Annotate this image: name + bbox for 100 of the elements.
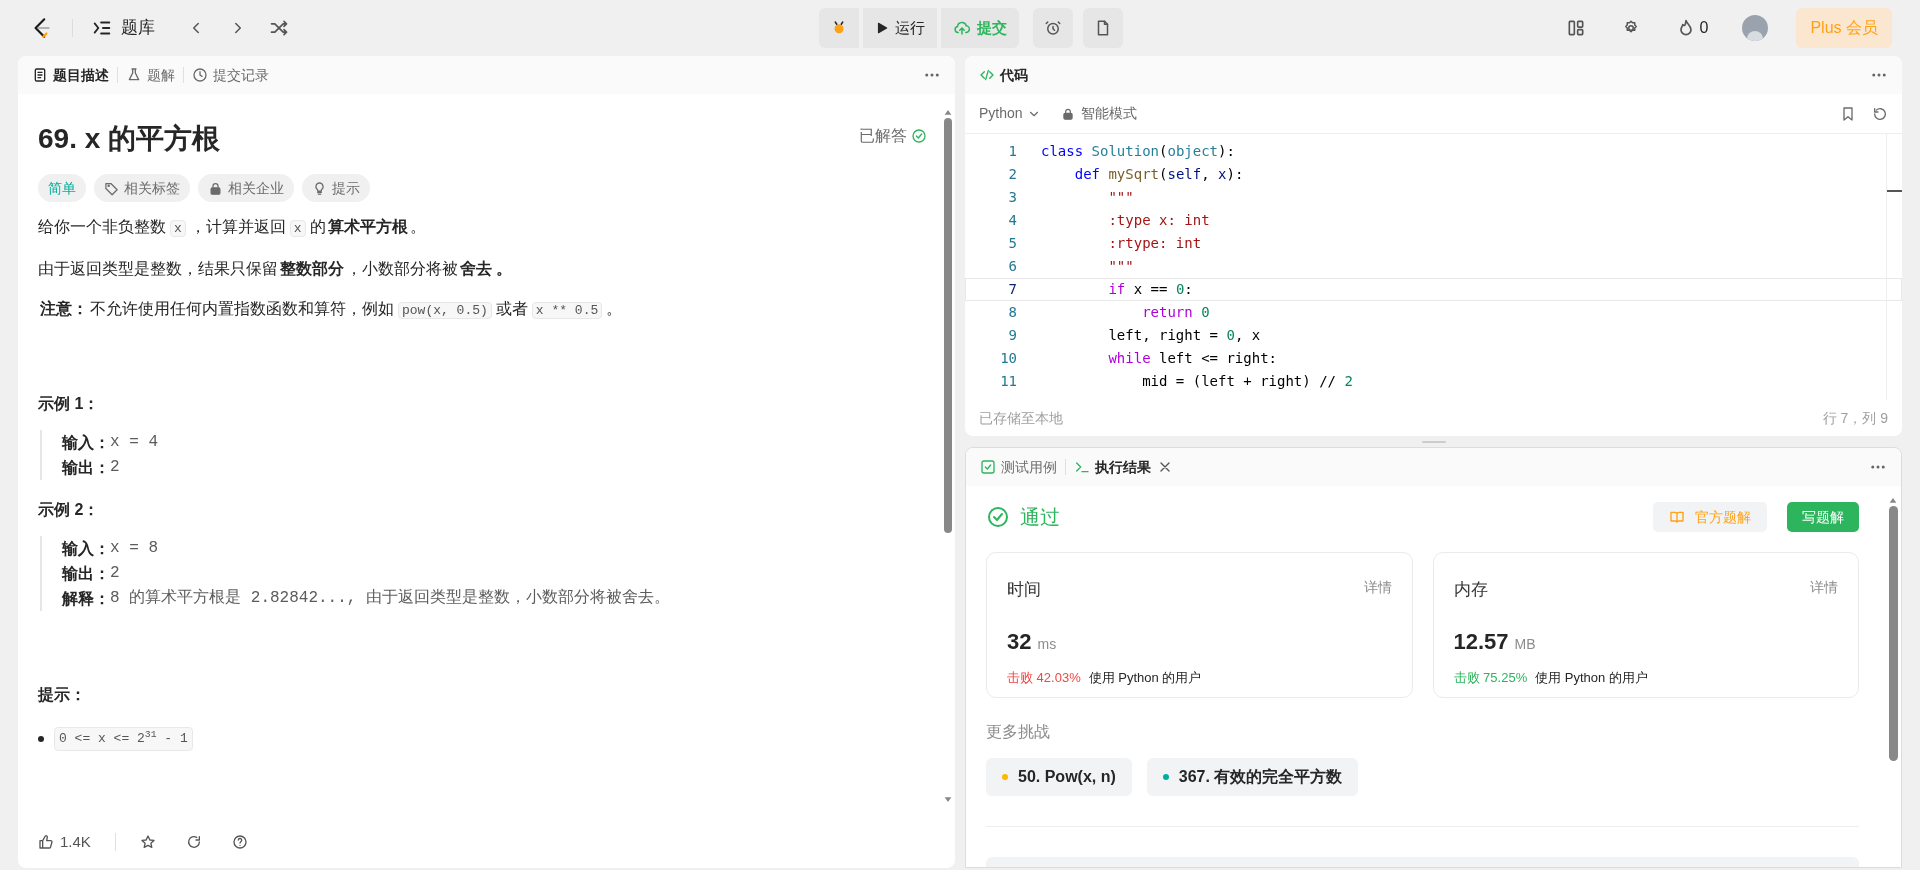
notes-button[interactable]	[1083, 8, 1123, 48]
line-number: 8	[1007, 303, 1017, 322]
code-line: if x == 0:	[1107, 280, 1193, 299]
check-circle-icon	[986, 505, 1010, 529]
line-number: 1	[1007, 142, 1017, 161]
terminal-icon	[1074, 459, 1090, 475]
code-line: while left <= right:	[1107, 349, 1277, 368]
code-line: left, right = 0, x	[1107, 326, 1261, 345]
minimap-scrollbar[interactable]	[1886, 134, 1902, 400]
stat-unit: MB	[1514, 634, 1536, 654]
stat-card[interactable]: 时间 详情 32 ms 击败 42.03% 使用 Python 的用户	[986, 552, 1413, 698]
stat-value: 12.57	[1453, 627, 1509, 656]
tag-icon	[104, 180, 119, 196]
code-line: """	[1107, 188, 1134, 207]
document-icon	[32, 67, 48, 83]
details-link[interactable]: 详情	[1363, 577, 1392, 603]
flask-icon	[126, 67, 142, 83]
play-icon	[875, 21, 889, 35]
scroll-up-icon[interactable]	[943, 108, 953, 116]
stat-value: 32	[1007, 627, 1032, 656]
timer-button[interactable]	[1033, 8, 1073, 48]
problem-list-link[interactable]: 题库	[121, 15, 155, 41]
challenge-chip[interactable]: 367. 有效的完全平方数	[1146, 758, 1359, 796]
description-paragraph: 给你一个非负整数 x ，计算并返回 x 的算术平方根。	[38, 217, 427, 239]
line-number: 6	[1007, 257, 1017, 276]
code-icon	[979, 67, 995, 83]
example-value: 2	[110, 457, 120, 478]
example-heading: 示例 1：	[38, 394, 101, 414]
check-circle-icon	[911, 128, 927, 144]
run-button[interactable]: 运行	[863, 8, 937, 48]
reset-icon[interactable]	[1872, 105, 1888, 122]
lightbulb-icon	[312, 180, 327, 196]
topic-chip[interactable]: 相关标签	[94, 174, 190, 202]
description-paragraph: 由于返回类型是整数，结果只保留 整数部分，小数部分将被舍去 。	[38, 259, 514, 279]
example-value: x = 4	[110, 432, 158, 453]
alarm-icon	[1044, 19, 1062, 37]
line-number: 5	[1007, 234, 1017, 253]
code-line: class Solution(object):	[1041, 142, 1235, 161]
challenge-chip[interactable]: 50. Pow(x, n)	[986, 758, 1132, 796]
stat-card[interactable]: 内存 详情 12.57 MB 击败 75.25% 使用 Python 的用户	[1432, 552, 1859, 698]
like-button[interactable]: 1.4K	[38, 830, 91, 854]
stat-unit: ms	[1037, 634, 1057, 654]
section-heading: 更多挑战	[986, 722, 1051, 742]
line-number: 10	[999, 349, 1017, 368]
code-line: """	[1107, 257, 1134, 276]
scroll-down-icon[interactable]	[943, 796, 953, 804]
topic-chip[interactable]: 提示	[302, 174, 370, 202]
accepted-status: 通过	[1020, 505, 1060, 530]
panel-tab[interactable]: 执行结果	[1074, 456, 1151, 478]
beat-percentage: 击败 42.03%	[1007, 668, 1081, 687]
line-number: 11	[999, 372, 1017, 391]
line-number: 3	[1007, 188, 1017, 207]
star-icon[interactable]	[139, 834, 156, 850]
panel-tab[interactable]: 题目描述	[32, 64, 109, 86]
bookmark-icon[interactable]	[1840, 105, 1856, 122]
example-label: 解释：	[62, 589, 110, 609]
example-label: 输入：	[62, 433, 110, 453]
smart-mode-toggle[interactable]: 智能模式	[1080, 103, 1137, 124]
share-icon[interactable]	[185, 834, 202, 850]
example-label: 输入：	[62, 539, 110, 559]
code-line: def mySqrt(self, x):	[1073, 165, 1244, 184]
constraint-code: 0 <= x <= 2$^{31}$ - 1	[54, 727, 193, 751]
line-number: 9	[1007, 326, 1017, 345]
code-line: mid = (left + right) // 2	[1141, 372, 1353, 391]
lock-icon	[208, 180, 223, 196]
clock-icon	[192, 67, 208, 83]
line-number: 7	[1007, 280, 1017, 299]
lock-icon	[1060, 106, 1075, 121]
panel-tab[interactable]: 题解	[126, 64, 175, 86]
code-line: :type x: int	[1107, 211, 1210, 230]
details-link[interactable]: 详情	[1810, 577, 1838, 603]
resize-handle[interactable]	[1421, 440, 1446, 443]
checkbox-icon	[980, 459, 996, 475]
streak-count: 0	[1699, 18, 1709, 38]
solved-status: 已解答	[859, 126, 907, 146]
panel-title: 代码	[1000, 65, 1028, 85]
hints-heading: 提示：	[38, 685, 87, 705]
stat-title: 时间	[1007, 579, 1041, 601]
panel-tab[interactable]: 提交记录	[192, 64, 269, 86]
shuffle-icon[interactable]	[269, 18, 289, 38]
problem-title: 69. x 的平方根	[38, 122, 221, 156]
code-line: return 0	[1141, 303, 1210, 322]
stat-title: 内存	[1453, 579, 1488, 601]
panel-tab[interactable]: 测试用例	[980, 456, 1057, 478]
line-number: 2	[1007, 165, 1017, 184]
language-dropdown[interactable]: Python	[979, 103, 1041, 124]
description-paragraph: 注意：不允许使用任何内置指数函数和算符，例如 pow(x, 0.5) 或者 x ** 0.5 。	[39, 299, 624, 321]
help-icon[interactable]	[231, 834, 248, 850]
save-status: 已存储至本地	[979, 408, 1063, 428]
topic-chip[interactable]: 相关企业	[198, 174, 294, 202]
scrollbar-thumb[interactable]	[1888, 506, 1898, 761]
example-heading: 示例 2：	[38, 500, 101, 520]
comparison-text: 使用 Python 的用户	[1535, 668, 1648, 687]
example-value: x = 8	[110, 538, 158, 559]
comparison-text: 使用 Python 的用户	[1088, 668, 1202, 687]
example-value: 2	[110, 563, 120, 584]
book-icon	[1669, 509, 1685, 525]
example-value: 8 的算术平方根是 2.82842..., 由于返回类型是整数，小数部分将被舍去。	[110, 587, 671, 609]
scrollbar-thumb[interactable]	[944, 118, 952, 533]
scroll-up-icon[interactable]	[1888, 496, 1898, 504]
